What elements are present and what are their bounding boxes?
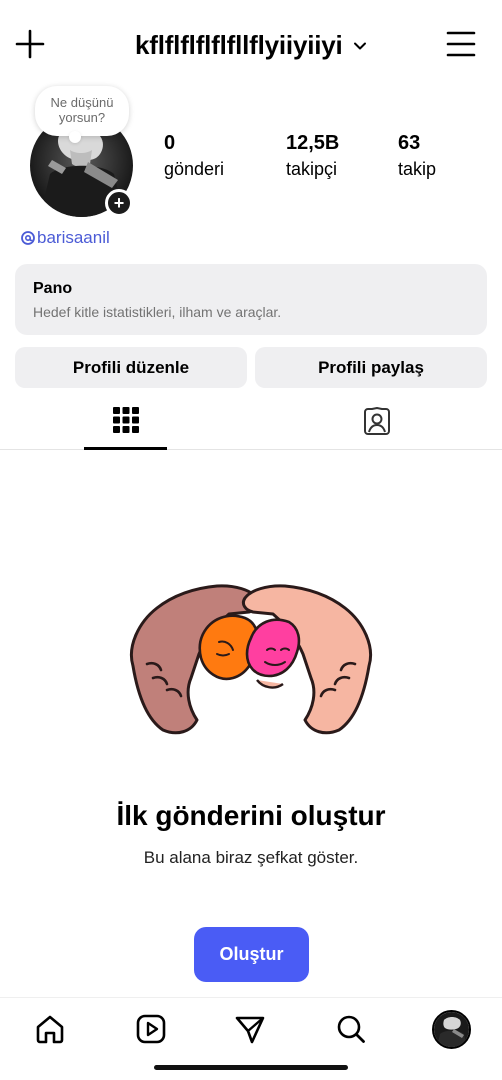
account-switcher[interactable]: kflflflflflfllflyiiyiiyi — [0, 30, 502, 61]
search-icon — [337, 1015, 365, 1043]
following-stat[interactable]: 63 takip — [398, 132, 436, 180]
top-header: kflflflflflfllflyiiyiiyi — [0, 22, 502, 68]
followers-label: takipçi — [286, 159, 338, 179]
nav-messages[interactable] — [232, 1011, 268, 1047]
create-post-button[interactable]: Oluştur — [194, 927, 309, 982]
heart-hands-illustration — [130, 584, 372, 735]
followers-count: 12,5B — [286, 132, 340, 154]
followers-stat[interactable]: 12,5B takipçi — [286, 132, 339, 180]
profile-avatar-small — [434, 1012, 469, 1047]
share-profile-button[interactable]: Profili paylaş — [255, 347, 487, 388]
tagged-person-icon — [363, 407, 390, 435]
nav-profile[interactable] — [432, 1010, 471, 1049]
home-icon — [36, 1015, 64, 1044]
nav-reels[interactable] — [133, 1011, 169, 1047]
send-icon — [235, 1016, 265, 1044]
threads-link[interactable]: barisaanil — [20, 228, 110, 248]
dashboard-title: Pano — [33, 280, 73, 297]
chevron-down-icon — [354, 42, 366, 49]
threads-handle: barisaanil — [37, 228, 110, 247]
posts-stat[interactable]: 0 gönderi — [164, 132, 224, 180]
profile-screen: kflflflflflfllflyiiyiiyi + Ne düşünü yor… — [0, 0, 502, 1080]
posts-label: gönderi — [164, 159, 225, 179]
dashboard-subtitle: Hedef kitle istatistikleri, ilham ve ara… — [33, 304, 282, 320]
tab-tagged[interactable] — [335, 392, 418, 450]
dashboard-card[interactable]: Pano Hedef kitle istatistikleri, ilham v… — [15, 264, 487, 335]
nav-search[interactable] — [333, 1011, 369, 1047]
empty-state-subtitle: Bu alana biraz şefkat göster. — [143, 848, 359, 867]
following-label: takip — [398, 159, 437, 179]
nav-home[interactable] — [32, 1011, 68, 1047]
username-title: kflflflflflfllflyiiyiiyi — [134, 30, 343, 60]
following-count: 63 — [398, 132, 421, 154]
home-indicator — [154, 1065, 348, 1070]
posts-count: 0 — [164, 132, 176, 154]
hamburger-icon[interactable] — [446, 30, 476, 58]
tab-posts[interactable] — [84, 392, 167, 450]
add-story-button[interactable]: + — [105, 189, 133, 217]
content-tabs — [0, 392, 502, 450]
bottom-nav — [0, 997, 502, 1080]
grid-icon — [112, 406, 139, 433]
threads-icon — [21, 231, 35, 245]
empty-state-title: İlk gönderini oluştur — [116, 800, 386, 831]
reels-icon — [136, 1014, 166, 1044]
note-bubble[interactable]: Ne düşünü yorsun? — [35, 86, 129, 143]
edit-profile-button[interactable]: Profili düzenle — [15, 347, 247, 388]
